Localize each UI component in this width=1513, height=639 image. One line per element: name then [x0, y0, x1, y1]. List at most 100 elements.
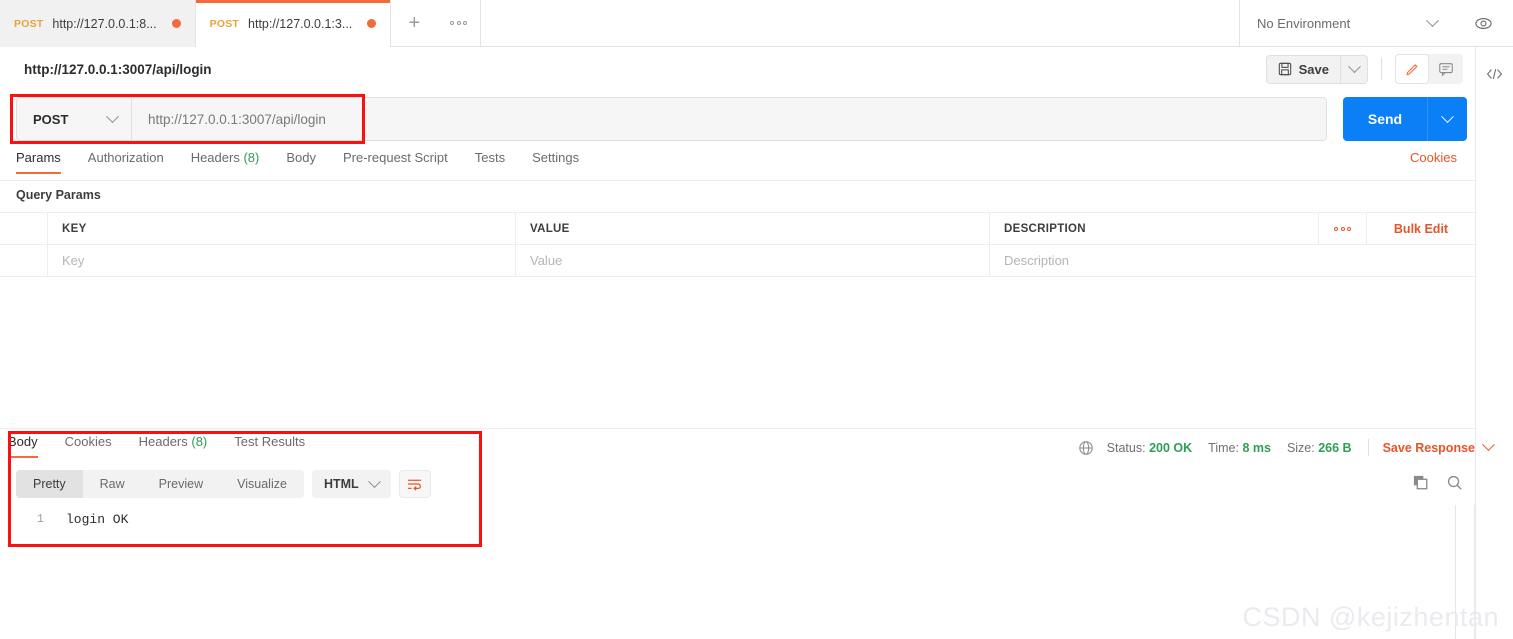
- size-value: 266 B: [1318, 440, 1352, 455]
- size-item: Size: 266 B: [1287, 441, 1352, 455]
- save-button-label: Save: [1298, 61, 1329, 77]
- response-tab-headers-label: Headers: [138, 434, 188, 449]
- environment-selector[interactable]: No Environment: [1240, 0, 1453, 46]
- floppy-disk-icon: [1278, 62, 1291, 76]
- tab-body[interactable]: Body: [286, 150, 316, 174]
- send-options-button[interactable]: [1427, 97, 1467, 141]
- watermark-text: CSDN @kejizhentan: [1242, 602, 1499, 632]
- line-text: login OK: [66, 511, 129, 527]
- response-language-value: HTML: [323, 477, 359, 491]
- code-line: 1 login OK: [16, 508, 1416, 530]
- request-tab-1-method: POST: [14, 17, 44, 30]
- header-value-label: VALUE: [530, 222, 570, 235]
- row-key-placeholder: Key: [62, 253, 85, 268]
- response-tab-test-results-label: Test Results: [234, 434, 306, 449]
- request-tabs: Params Authorization Headers (8) Body Pr…: [0, 150, 1475, 181]
- request-tab-2[interactable]: POST http://127.0.0.1:3...: [195, 0, 392, 47]
- chevron-down-icon: [106, 109, 119, 123]
- ellipsis-icon: [450, 21, 468, 25]
- response-tab-body-label: Body: [8, 434, 38, 449]
- pencil-icon: [1405, 63, 1417, 75]
- comment-icon: [1439, 63, 1453, 77]
- unsaved-dot-icon: [367, 19, 377, 28]
- tab-params-label: Params: [16, 150, 61, 165]
- wrap-text-icon: [408, 479, 422, 491]
- http-method-select[interactable]: POST: [16, 97, 132, 141]
- row-value-placeholder: Value: [530, 253, 563, 268]
- cookies-link[interactable]: Cookies: [1410, 150, 1457, 165]
- save-response-button[interactable]: Save Response: [1383, 441, 1475, 455]
- response-tab-cookies-label: Cookies: [64, 434, 112, 449]
- tab-options-button[interactable]: [437, 0, 482, 46]
- response-tab-cookies[interactable]: Cookies: [65, 434, 112, 458]
- status-divider: [1367, 439, 1369, 456]
- tab-pre-request-script[interactable]: Pre-request Script: [343, 150, 448, 174]
- unsaved-dot-icon: [171, 19, 181, 28]
- table-header-row: KEY VALUE DESCRIPTION Bulk Edit: [0, 213, 1475, 245]
- response-tab-body[interactable]: Body: [8, 434, 38, 458]
- chevron-down-icon: [1426, 13, 1439, 27]
- status-label: Status:: [1106, 440, 1146, 455]
- new-tab-button[interactable]: +: [391, 0, 438, 46]
- search-icon[interactable]: [1446, 474, 1463, 491]
- save-options-button[interactable]: [1340, 54, 1368, 84]
- header-description-label: DESCRIPTION: [1004, 222, 1086, 235]
- response-tab-test-results[interactable]: Test Results: [234, 434, 305, 458]
- table-row[interactable]: Key Value Description: [0, 245, 1475, 277]
- request-tab-1-url: http://127.0.0.1:8...: [52, 16, 157, 31]
- tab-params[interactable]: Params: [16, 150, 61, 174]
- code-snippet-button[interactable]: [1476, 57, 1513, 91]
- code-brackets-icon: [1486, 69, 1503, 79]
- header-key-label: KEY: [62, 222, 87, 235]
- view-mode-raw[interactable]: Raw: [83, 470, 142, 498]
- ellipsis-icon: [1334, 226, 1351, 231]
- params-options-button[interactable]: [1319, 213, 1367, 244]
- tab-body-label: Body: [286, 150, 316, 165]
- row-description-input[interactable]: Description: [990, 245, 1475, 276]
- save-button[interactable]: Save: [1265, 54, 1340, 84]
- edit-request-button[interactable]: [1395, 54, 1429, 84]
- row-key-input[interactable]: Key: [48, 245, 516, 276]
- query-params-label: Query Params: [16, 188, 101, 202]
- request-tab-1[interactable]: POST http://127.0.0.1:8...: [0, 0, 196, 47]
- size-label: Size:: [1286, 440, 1315, 455]
- status-badge: 200 OK: [1149, 440, 1193, 455]
- wrap-lines-button[interactable]: [398, 470, 431, 498]
- send-button[interactable]: Send: [1343, 97, 1427, 141]
- tab-settings[interactable]: Settings: [532, 150, 579, 174]
- response-body-code: 1 login OK: [16, 508, 1416, 530]
- row-checkbox-cell[interactable]: [0, 245, 48, 276]
- header-icon-group: [1395, 54, 1463, 84]
- chevron-down-icon[interactable]: [1482, 438, 1495, 452]
- request-tab-bar: POST http://127.0.0.1:8... POST http://1…: [0, 0, 1513, 47]
- header-key-cell: KEY: [48, 213, 516, 244]
- request-url-input[interactable]: http://127.0.0.1:3007/api/login: [132, 97, 1327, 141]
- response-pane-divider: [0, 428, 1475, 429]
- view-mode-pretty[interactable]: Pretty: [16, 470, 83, 498]
- tab-settings-label: Settings: [532, 150, 580, 165]
- copy-icon[interactable]: [1412, 474, 1429, 491]
- right-sidebar-rail: [1475, 47, 1513, 639]
- tab-pre-request-script-label: Pre-request Script: [342, 150, 448, 165]
- row-value-input[interactable]: Value: [516, 245, 990, 276]
- header-checkbox-cell: [0, 213, 48, 244]
- tab-headers-label: Headers: [190, 150, 240, 165]
- chevron-down-icon: [1347, 59, 1361, 73]
- time-item: Time: 8 ms: [1208, 441, 1271, 455]
- environment-quick-look-button[interactable]: [1453, 0, 1513, 46]
- send-group: Send: [1343, 97, 1467, 141]
- bulk-edit-label: Bulk Edit: [1393, 221, 1449, 236]
- tab-headers[interactable]: Headers (8): [191, 150, 260, 174]
- tab-tests[interactable]: Tests: [475, 150, 505, 174]
- header-value-cell: VALUE: [516, 213, 990, 244]
- bulk-edit-button[interactable]: Bulk Edit: [1367, 213, 1475, 244]
- chevron-down-icon: [1441, 109, 1454, 123]
- response-language-select[interactable]: HTML: [311, 470, 391, 498]
- request-tab-2-method: POST: [209, 17, 240, 30]
- view-mode-preview[interactable]: Preview: [142, 470, 220, 498]
- response-tab-headers[interactable]: Headers (8): [139, 434, 208, 458]
- comments-button[interactable]: [1429, 54, 1463, 84]
- tab-authorization[interactable]: Authorization: [88, 150, 164, 174]
- view-mode-visualize[interactable]: Visualize: [220, 470, 304, 498]
- header-actions: Save: [1265, 54, 1463, 84]
